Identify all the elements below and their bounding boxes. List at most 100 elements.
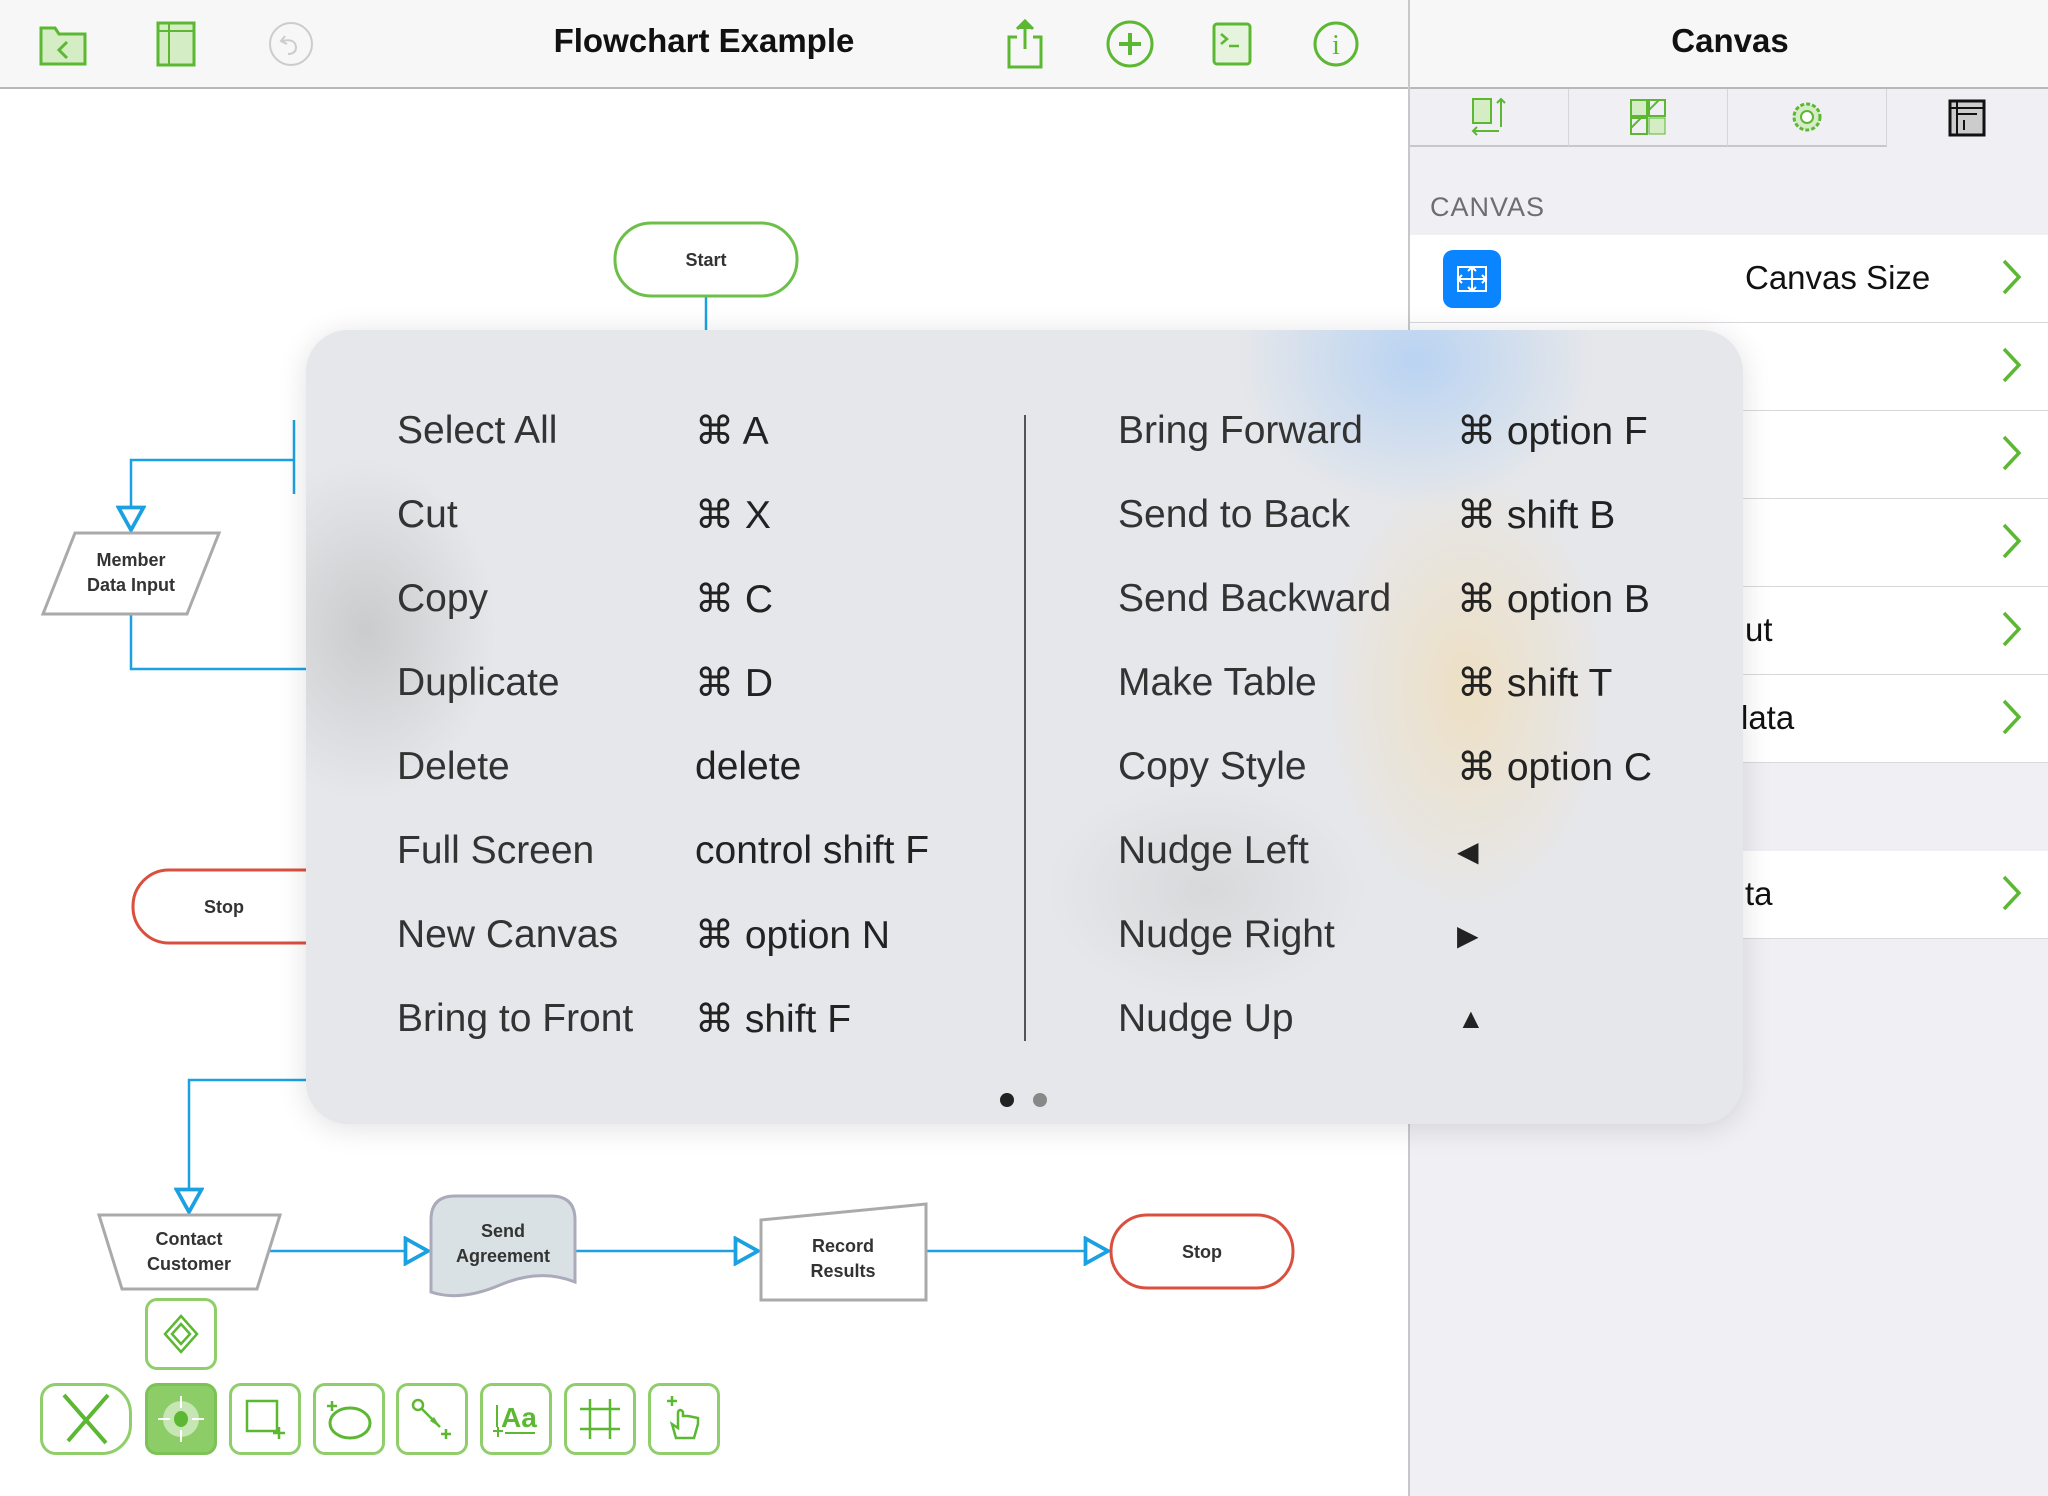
hand-tool-icon — [667, 1396, 700, 1440]
undo-icon[interactable] — [263, 16, 319, 72]
node-contact-customer[interactable]: Contact Customer — [96, 1213, 283, 1291]
shortcut-label: Make Table — [1118, 661, 1317, 704]
shortcut-label: Copy Style — [1118, 745, 1307, 788]
shortcut-keys: delete — [695, 745, 802, 788]
top-toolbar: Flowchart Example i — [0, 0, 1408, 89]
svg-text:Stop: Stop — [1182, 1242, 1222, 1262]
chevron-right-icon — [2002, 611, 2022, 647]
shortcut-keys: ⌘ option B — [1457, 578, 1650, 621]
shortcut-keys: ⌘ shift B — [1457, 494, 1616, 537]
chevron-right-icon — [2002, 875, 2022, 911]
svg-text:Agreement: Agreement — [456, 1246, 550, 1266]
shortcut-label: Delete — [397, 745, 510, 788]
page-dot[interactable] — [1033, 1093, 1047, 1107]
inspector-title: Canvas — [1671, 22, 1789, 59]
row-label: ut — [1745, 611, 1773, 648]
row-label: ta — [1745, 875, 1773, 912]
layout-tab-icon[interactable] — [1887, 89, 2046, 147]
shortcut-label: Duplicate — [397, 661, 560, 704]
shortcut-keys: control shift F — [695, 829, 930, 872]
move-arrows-icon — [1443, 250, 1501, 308]
svg-text:Member: Member — [96, 550, 165, 570]
diagram-grid-button[interactable] — [564, 1383, 636, 1455]
shortcut-label: Nudge Right — [1118, 913, 1335, 956]
line-tool-icon — [411, 1398, 451, 1439]
sidebar-icon[interactable] — [148, 16, 204, 72]
svg-text:i: i — [1332, 30, 1340, 61]
text-tool-icon: Aa — [493, 1402, 537, 1437]
line-tool-button[interactable] — [396, 1383, 468, 1455]
keyboard-shortcuts-overlay: Select All ⌘ A Cut ⌘ X Copy ⌘ C Duplicate ⌘ D De… — [306, 330, 1743, 1124]
diagram-grid-icon — [580, 1399, 620, 1439]
shortcut-keys: ⌘ shift T — [1457, 662, 1613, 705]
shortcut-label: Copy — [397, 577, 489, 620]
shortcut-label: Select All — [397, 409, 558, 452]
row-label: lata — [1741, 699, 1795, 736]
section-label-canvas: CANVAS — [1430, 192, 1546, 222]
info-icon[interactable]: i — [1308, 16, 1364, 72]
add-icon[interactable] — [1102, 16, 1158, 72]
shortcut-keys: ◀ — [1457, 836, 1479, 867]
settings-gear-icon[interactable] — [1728, 89, 1887, 147]
document-title: Flowchart Example — [553, 22, 855, 59]
stencil-pencil-icon — [62, 1393, 110, 1445]
shortcut-label: Bring Forward — [1118, 409, 1363, 452]
text-tool-button[interactable]: Aa — [480, 1383, 552, 1455]
svg-text:Customer: Customer — [147, 1254, 231, 1274]
node-send-agreement[interactable]: Send Agreement — [429, 1194, 577, 1298]
svg-text:Send: Send — [481, 1221, 525, 1241]
freehand-tool-button[interactable] — [313, 1383, 385, 1455]
selection-tool-icon — [158, 1396, 204, 1442]
node-start[interactable]: Start — [613, 221, 799, 298]
shortcut-keys: ⌘ option N — [695, 914, 891, 957]
shortcut-keys: ⌘ D — [695, 662, 773, 705]
node-member-data-input[interactable]: Member Data Input — [40, 531, 222, 616]
column-divider — [1024, 415, 1026, 1041]
console-icon[interactable] — [1204, 16, 1260, 72]
freehand-tool-icon — [327, 1401, 372, 1440]
inspector-header: Canvas — [1410, 0, 2048, 89]
shortcut-keys: ⌘ C — [695, 578, 773, 621]
chevron-right-icon — [2002, 435, 2022, 471]
chevron-right-icon — [2002, 699, 2022, 735]
chevron-right-icon — [2002, 523, 2022, 559]
chevron-right-icon — [2002, 259, 2022, 295]
shortcut-keys: ▲ — [1457, 1003, 1485, 1034]
page-dot-active[interactable] — [1000, 1093, 1014, 1107]
diamond-shape-icon — [163, 1314, 199, 1354]
shortcut-keys: ⌘ option F — [1457, 410, 1648, 453]
row-label: Canvas Size — [1745, 259, 1931, 296]
shortcut-label: Full Screen — [397, 829, 595, 872]
shape-tool-button[interactable] — [229, 1383, 301, 1455]
shortcut-keys: ▶ — [1457, 920, 1479, 951]
shortcut-keys: ⌘ A — [695, 410, 769, 453]
shortcut-keys: ⌘ option C — [1457, 746, 1653, 789]
row-canvas-size[interactable]: Canvas Size — [1410, 235, 2048, 323]
diamond-shape-button[interactable] — [145, 1298, 217, 1370]
svg-text:Results: Results — [810, 1261, 875, 1281]
shortcut-keys: ⌘ shift F — [695, 998, 852, 1041]
folder-back-icon[interactable] — [35, 16, 91, 72]
node-record-results[interactable]: Record Results — [759, 1202, 928, 1302]
shortcut-label: Nudge Up — [1118, 997, 1294, 1040]
svg-text:Aa: Aa — [501, 1402, 537, 1433]
shortcut-label: Send Backward — [1118, 577, 1392, 620]
hand-tool-button[interactable] — [648, 1383, 720, 1455]
share-icon[interactable] — [997, 16, 1053, 72]
shortcut-label: Nudge Left — [1118, 829, 1309, 872]
shortcut-keys: ⌘ X — [695, 494, 771, 537]
shortcut-label: Bring to Front — [397, 997, 634, 1040]
svg-text:Start: Start — [685, 250, 726, 270]
shortcut-label: Cut — [397, 493, 458, 536]
grid-tab-icon[interactable] — [1569, 89, 1728, 147]
stencil-button[interactable] — [40, 1383, 132, 1455]
selection-tool-button[interactable] — [145, 1383, 217, 1455]
shape-tool-icon — [245, 1399, 285, 1439]
shortcut-label: Send to Back — [1118, 493, 1350, 536]
svg-text:Data Input: Data Input — [87, 575, 175, 595]
node-stop-right[interactable]: Stop — [1109, 1213, 1295, 1290]
svg-text:Contact: Contact — [156, 1229, 223, 1249]
shortcut-label: New Canvas — [397, 913, 619, 956]
svg-text:Record: Record — [812, 1236, 874, 1256]
canvas-size-tab-icon[interactable] — [1410, 89, 1569, 147]
